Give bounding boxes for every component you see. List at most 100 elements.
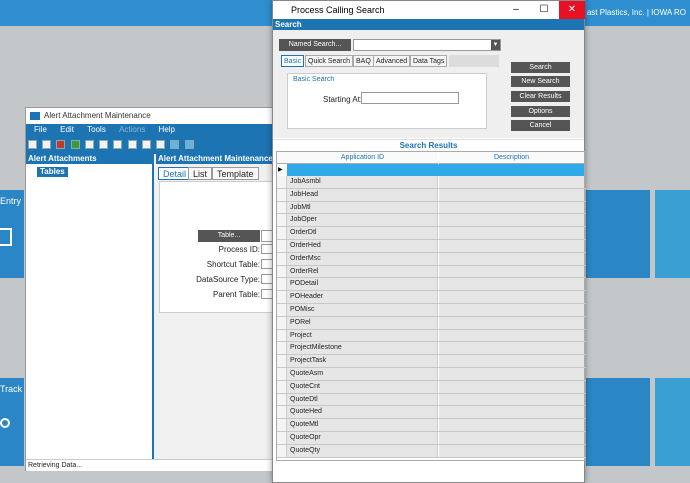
table-row[interactable]: ProjectMilestone — [277, 342, 586, 356]
description-cell[interactable] — [439, 240, 584, 252]
application-id-cell[interactable]: POMisc — [287, 304, 438, 316]
close-button[interactable]: ✕ — [559, 1, 585, 19]
application-id-cell[interactable]: OrderMsc — [287, 252, 438, 265]
description-cell[interactable] — [439, 214, 584, 227]
new-icon[interactable] — [28, 140, 37, 149]
named-search-dropdown[interactable] — [353, 39, 501, 51]
description-cell[interactable] — [439, 265, 584, 278]
menu-file[interactable]: File — [34, 125, 47, 134]
description-cell[interactable] — [439, 227, 584, 239]
application-id-cell[interactable]: QuoteOpr — [287, 432, 438, 444]
selected-row[interactable] — [287, 164, 584, 176]
table-row[interactable]: JobMtl — [277, 201, 586, 215]
description-cell[interactable] — [439, 304, 584, 316]
refresh-icon[interactable] — [70, 140, 80, 149]
description-cell[interactable] — [439, 444, 584, 457]
table-button[interactable]: Table... — [198, 230, 260, 242]
description-cell[interactable] — [439, 329, 584, 342]
table-row[interactable]: OrderMsc — [277, 252, 586, 266]
application-id-cell[interactable]: QuoteAsm — [287, 368, 438, 380]
edit-icon[interactable] — [84, 140, 94, 149]
tab-template[interactable]: Template — [212, 167, 259, 180]
row-header[interactable] — [277, 380, 287, 393]
row-header[interactable] — [277, 304, 287, 316]
application-id-cell[interactable]: JobAsmbl — [287, 176, 438, 188]
table-row[interactable]: QuoteDtl — [277, 393, 586, 407]
table-row[interactable]: QuoteQty — [277, 444, 586, 458]
table-row[interactable]: ProjectTask — [277, 355, 586, 368]
table-row[interactable]: QuoteAsm — [277, 368, 586, 381]
tab-quick-search[interactable]: Quick Search — [305, 55, 354, 67]
table-row[interactable]: PORel — [277, 316, 586, 330]
table-row[interactable]: OrderHed — [277, 240, 586, 253]
description-cell[interactable] — [439, 432, 584, 444]
save-icon[interactable] — [42, 140, 52, 149]
row-header[interactable] — [277, 406, 287, 419]
description-cell[interactable] — [439, 201, 584, 214]
application-id-cell[interactable]: QuoteHed — [287, 406, 438, 419]
description-cell[interactable] — [439, 368, 584, 380]
table-row[interactable]: QuoteCnt — [277, 380, 586, 394]
maximize-button[interactable]: ☐ — [531, 1, 557, 19]
row-header[interactable] — [277, 278, 287, 291]
application-id-cell[interactable]: ProjectMilestone — [287, 342, 438, 355]
paste-icon[interactable] — [127, 140, 137, 149]
description-cell[interactable] — [439, 176, 584, 188]
minimize-button[interactable]: – — [503, 1, 529, 19]
description-cell[interactable] — [439, 419, 584, 431]
row-header[interactable] — [277, 316, 287, 329]
application-id-cell[interactable]: QuoteQty — [287, 444, 438, 457]
application-id-cell[interactable]: JobHead — [287, 188, 438, 201]
application-id-cell[interactable]: POHeader — [287, 291, 438, 303]
cancel-button[interactable]: Cancel — [511, 120, 570, 131]
background-tile-5[interactable] — [586, 378, 650, 466]
menu-edit[interactable]: Edit — [60, 125, 74, 134]
table-row[interactable]: POMisc — [277, 304, 586, 317]
application-id-cell[interactable]: PODetail — [287, 278, 438, 291]
column-header-description[interactable]: Description — [439, 152, 584, 164]
clear-results-button[interactable]: Clear Results — [511, 91, 570, 102]
description-cell[interactable] — [439, 406, 584, 419]
row-header[interactable] — [277, 201, 287, 214]
application-id-cell[interactable]: OrderHed — [287, 240, 438, 252]
row-header[interactable] — [277, 227, 287, 239]
application-id-cell[interactable]: OrderDtl — [287, 227, 438, 239]
tab-advanced[interactable]: Advanced — [373, 55, 411, 67]
row-header[interactable] — [277, 393, 287, 406]
nav-prev-icon[interactable] — [170, 140, 180, 149]
undo-icon[interactable] — [141, 140, 151, 149]
binoculars-icon[interactable] — [156, 140, 166, 149]
row-header[interactable] — [277, 214, 287, 227]
tab-baq[interactable]: BAQ — [353, 55, 374, 67]
options-button[interactable]: Options — [511, 106, 570, 117]
menu-help[interactable]: Help — [159, 125, 175, 134]
tab-detail[interactable]: Detail — [158, 167, 192, 180]
row-header[interactable] — [277, 342, 287, 355]
row-header[interactable] — [277, 368, 287, 380]
copy-icon[interactable] — [113, 140, 123, 149]
background-tile-4[interactable] — [655, 190, 690, 278]
description-cell[interactable] — [439, 291, 584, 303]
chevron-down-icon[interactable]: ▼ — [491, 40, 500, 50]
application-id-cell[interactable]: Project — [287, 329, 438, 342]
description-cell[interactable] — [439, 278, 584, 291]
tab-basic[interactable]: Basic — [281, 55, 305, 67]
column-header-application-id[interactable]: Application ID — [287, 152, 438, 164]
row-header[interactable] — [277, 355, 287, 367]
table-row[interactable]: OrderDtl — [277, 227, 586, 240]
application-id-cell[interactable]: JobMtl — [287, 201, 438, 214]
tab-list[interactable]: List — [188, 167, 213, 180]
description-cell[interactable] — [439, 355, 584, 367]
row-header[interactable] — [277, 291, 287, 303]
background-tile-3[interactable] — [586, 190, 650, 278]
menu-tools[interactable]: Tools — [87, 125, 106, 134]
row-header[interactable] — [277, 419, 287, 431]
named-search-button[interactable]: Named Search... — [279, 39, 351, 51]
description-cell[interactable] — [439, 316, 584, 329]
application-id-cell[interactable]: QuoteMtl — [287, 419, 438, 431]
table-row[interactable]: JobOper — [277, 214, 586, 228]
table-row[interactable]: JobAsmbl — [277, 176, 586, 189]
menu-actions[interactable]: Actions — [119, 125, 145, 134]
application-id-cell[interactable]: QuoteCnt — [287, 380, 438, 393]
table-row[interactable]: QuoteHed — [277, 406, 586, 420]
